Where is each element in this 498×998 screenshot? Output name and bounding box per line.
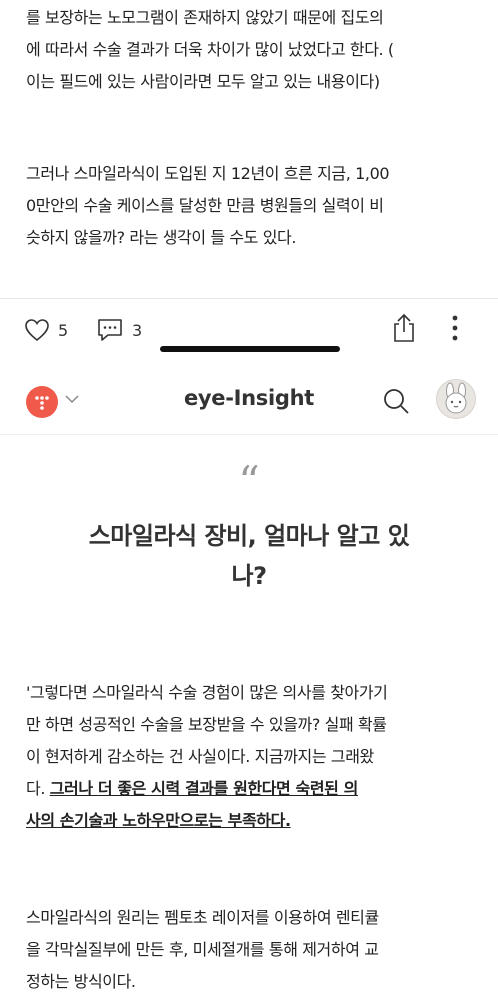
bunny-icon bbox=[445, 382, 467, 414]
like-button[interactable]: 5 bbox=[24, 316, 68, 344]
text-line: 에 따라서 수술 결과가 더욱 차이가 많이 났었다고 한다. ( bbox=[26, 40, 394, 59]
comment-icon bbox=[98, 319, 122, 341]
emphasis-text: 사의 손기술과 노하우만으로는 부족하다. bbox=[26, 811, 291, 830]
more-vertical-icon bbox=[452, 315, 458, 341]
header-divider bbox=[0, 434, 498, 435]
home-indicator bbox=[160, 346, 340, 352]
text-line: 슷하지 않을까? 라는 생각이 들 수도 있다. bbox=[26, 228, 297, 247]
heart-icon bbox=[25, 319, 49, 342]
comment-button[interactable]: 3 bbox=[96, 316, 142, 344]
body-paragraph: 스마일라식의 원리는 펨토초 레이저를 이용하여 렌티큘 을 각막실질부에 만든… bbox=[26, 902, 486, 998]
text-line: 이는 필드에 있는 사람이라면 모두 알고 있는 내용이다) bbox=[26, 72, 380, 91]
article-paragraph: 그러나 스마일라식이 도입된 지 12년이 흐른 지금, 1,00 0만안의 수… bbox=[26, 158, 478, 254]
app-header: eye-Insight bbox=[0, 366, 498, 434]
quote-headline: 스마일라식 장비, 얼마나 알고 있 나? bbox=[60, 516, 438, 596]
text-segment: 다. bbox=[26, 779, 50, 798]
page-title: eye-Insight bbox=[183, 386, 315, 410]
like-count: 5 bbox=[58, 320, 69, 340]
text-line: 사의 손기술과 노하우만으로는 부족하다. bbox=[26, 805, 486, 837]
quote-mark: “ bbox=[238, 457, 260, 506]
divider bbox=[0, 298, 498, 299]
share-icon bbox=[394, 313, 414, 342]
more-button[interactable] bbox=[450, 314, 460, 342]
text-line: 을 각막실질부에 만든 후, 미세절개를 통해 제거하여 교 bbox=[26, 940, 379, 959]
text-line: 스마일라식의 원리는 펨토초 레이저를 이용하여 렌티큘 bbox=[26, 908, 379, 927]
article-screen: eye-Insight “ 스마일라식 장비, 얼마나 알고 있 나? '그렇다… bbox=[0, 366, 498, 996]
emphasis-text: 그러나 더 좋은 시력 결과를 원한다면 숙련된 의 bbox=[49, 779, 359, 798]
share-button[interactable] bbox=[392, 313, 416, 342]
headline-line: 스마일라식 장비, 얼마나 알고 있 bbox=[88, 522, 410, 550]
text-line: 만 하면 성공적인 수술을 보장받을 수 있을까? 실패 확률 bbox=[26, 715, 387, 734]
search-icon[interactable] bbox=[381, 386, 411, 416]
text-line: 다. 그러나 더 좋은 시력 결과를 원한다면 숙련된 의 bbox=[26, 773, 486, 805]
avatar[interactable] bbox=[436, 379, 476, 419]
body-paragraph: '그렇다면 스마일라식 수술 경험이 많은 의사를 찾아가기 만 하면 성공적인… bbox=[26, 677, 486, 837]
text-line: 0만안의 수술 케이스를 달성한 만큼 병원들의 실력이 비 bbox=[26, 196, 384, 215]
previous-article-section: 를 보장하는 노모그램이 존재하지 않았기 때문에 집도의 에 따라서 수술 결… bbox=[0, 0, 498, 370]
comment-count: 3 bbox=[132, 320, 143, 340]
text-line: 정하는 방식이다. bbox=[26, 972, 136, 991]
article-paragraph: 를 보장하는 노모그램이 존재하지 않았기 때문에 집도의 에 따라서 수술 결… bbox=[26, 2, 478, 98]
headline-line: 나? bbox=[231, 562, 267, 590]
text-line: 를 보장하는 노모그램이 존재하지 않았기 때문에 집도의 bbox=[26, 8, 384, 27]
text-line: 이 현저하게 감소하는 건 사실이다. 지금까지는 그래왔 bbox=[26, 747, 374, 766]
text-line: 그러나 스마일라식이 도입된 지 12년이 흐른 지금, 1,00 bbox=[26, 164, 390, 183]
text-line: '그렇다면 스마일라식 수술 경험이 많은 의사를 찾아가기 bbox=[26, 683, 388, 702]
